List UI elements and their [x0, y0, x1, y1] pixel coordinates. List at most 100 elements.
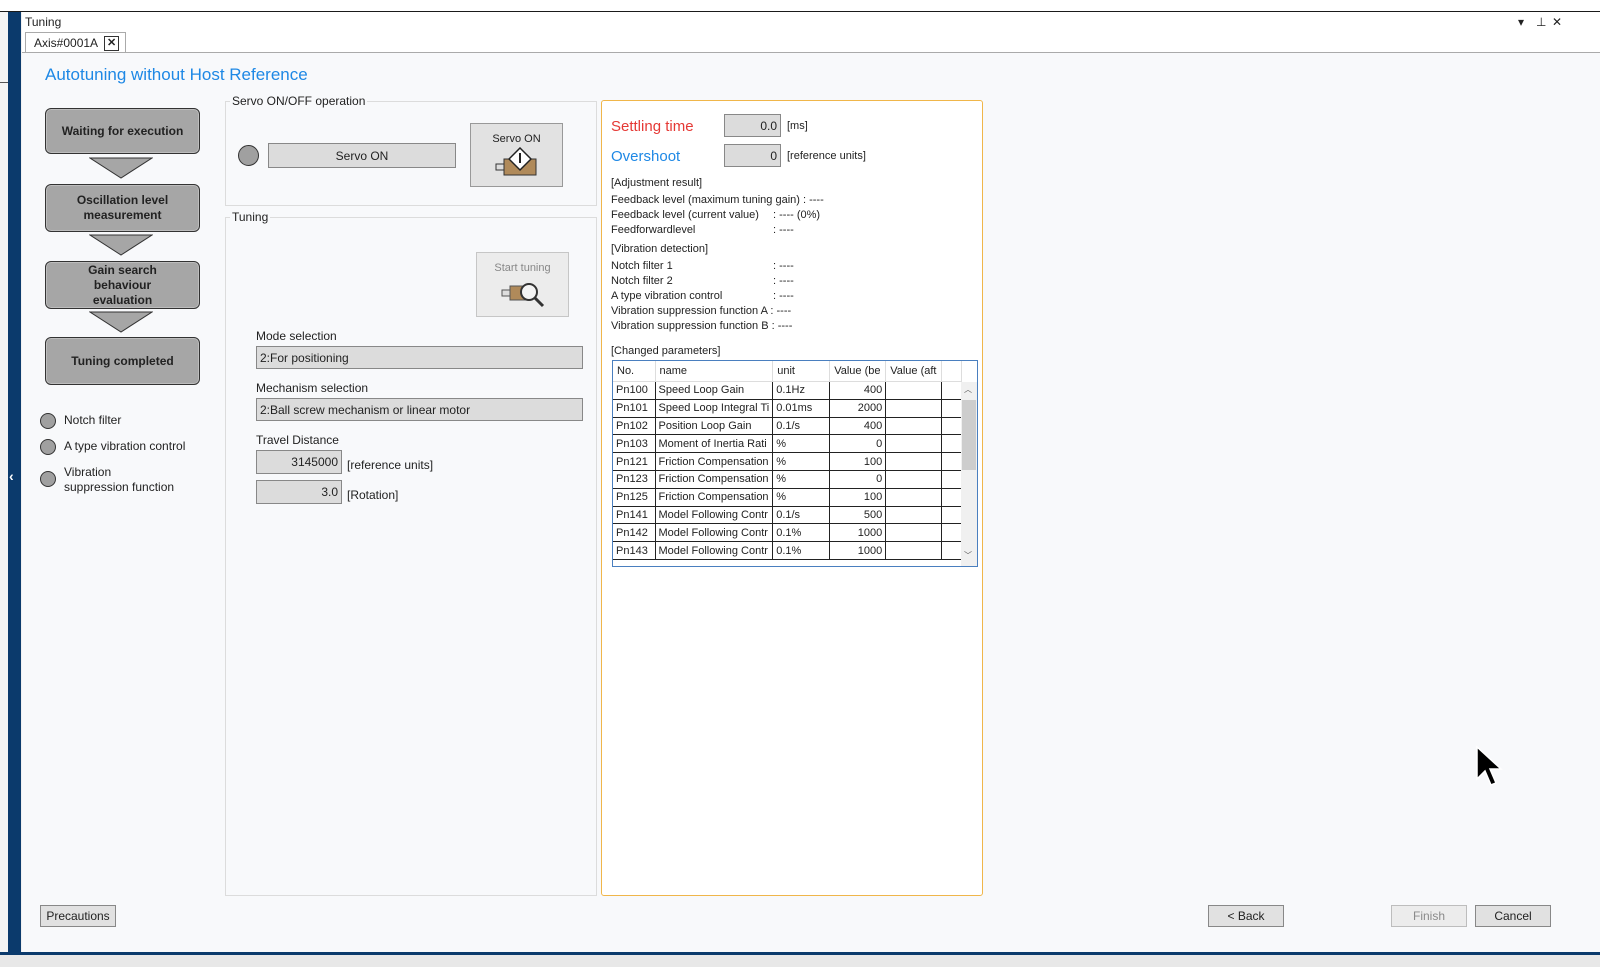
step-gain-search: Gain search behaviour evaluation: [45, 261, 200, 309]
adjustment-header: [Adjustment result]: [611, 177, 703, 189]
servo-status-field: Servo ON: [268, 143, 456, 168]
cell-after: [885, 417, 943, 436]
step-label: Waiting for execution: [61, 123, 184, 138]
cell-name: Moment of Inertia Rati: [655, 434, 774, 454]
tuning-group-label: Tuning: [232, 210, 269, 224]
cell-after: [885, 381, 943, 400]
table-row[interactable]: Pn142 Model Following Contr 0.1% 1000: [613, 523, 963, 543]
cell-filler: [941, 470, 963, 489]
overshoot-field: 0: [724, 144, 781, 167]
cell-name: Position Loop Gain: [655, 417, 774, 436]
scroll-down-icon[interactable]: ﹀: [964, 550, 972, 561]
table-row[interactable]: Pn123 Friction Compensation% 0: [613, 470, 963, 489]
servo-status-lamp: [238, 145, 259, 166]
table-scrollbar[interactable]: ︿ ﹀: [961, 382, 977, 566]
start-tuning-button[interactable]: Start tuning: [476, 252, 569, 317]
step-label: Oscillation level measurement: [76, 193, 169, 222]
mechanism-selection-field: 2:Ball screw mechanism or linear motor: [256, 398, 583, 421]
cell-unit: 0.1/s: [772, 506, 831, 525]
column-header[interactable]: unit: [772, 361, 831, 382]
cell-name: Model Following Contr: [655, 523, 774, 543]
side-rail[interactable]: ‹: [8, 12, 21, 952]
column-header[interactable]: name: [655, 361, 774, 382]
cell-name: Model Following Contr: [655, 541, 774, 560]
cell-no: Pn123: [613, 470, 656, 489]
back-button[interactable]: < Back: [1208, 905, 1284, 927]
cell-unit: %: [772, 470, 831, 489]
result-value: : ---- (0%): [773, 209, 821, 221]
cell-unit: 0.1%: [772, 523, 831, 543]
cell-before: 100: [829, 488, 887, 507]
cell-unit: %: [772, 452, 831, 471]
rotation-unit: [Rotation]: [347, 488, 399, 502]
collapse-arrow-icon[interactable]: ‹: [9, 468, 14, 484]
changed-params-table[interactable]: No. name unit Value (be Value (aft Pn100 Spee…: [612, 360, 978, 567]
cell-name: Friction Compensation: [655, 452, 774, 471]
indicator-label: A type vibration control: [64, 439, 186, 453]
tuning-window: Tuning ▾ ⊥ ✕ Axis#0001A ✕ Autotuning wit…: [22, 12, 1600, 952]
cell-unit: 0.1Hz: [772, 381, 831, 400]
cell-filler: [941, 399, 963, 418]
step-waiting: Waiting for execution: [45, 108, 200, 154]
vibration-header: [Vibration detection]: [611, 243, 709, 255]
tab-axis[interactable]: Axis#0001A ✕: [25, 32, 127, 53]
cell-filler: [941, 417, 963, 436]
result-label: Feedback level (current value): [611, 209, 759, 221]
column-header[interactable]: Value (aft: [885, 361, 943, 382]
cell-after: [885, 506, 943, 525]
table-row[interactable]: Pn125 Friction Compensation% 100: [613, 488, 963, 507]
mode-selection-label: Mode selection: [256, 329, 337, 343]
result-label: Feedforwardlevel: [611, 224, 696, 236]
cell-no: Pn141: [613, 506, 656, 525]
servo-on-label: Servo ON: [492, 133, 541, 145]
scroll-thumb[interactable]: [962, 400, 976, 470]
table-row[interactable]: Pn121 Friction Compensation% 100: [613, 452, 963, 471]
column-header[interactable]: No.: [613, 361, 656, 382]
table-row[interactable]: Pn100 Speed Loop Gain 0.1Hz 400: [613, 381, 963, 400]
indicator-notch-filter: Notch filter: [40, 413, 194, 429]
cell-after: [885, 434, 943, 454]
result-label: Notch filter 2: [611, 275, 673, 287]
cell-after: [885, 399, 943, 418]
tab-close-icon[interactable]: ✕: [104, 35, 120, 51]
mechanism-selection-label: Mechanism selection: [256, 381, 369, 395]
window-menu-icon[interactable]: ▾: [1518, 15, 1524, 29]
travel-distance-unit: [reference units]: [347, 458, 434, 472]
mouse-cursor-icon: [1476, 745, 1503, 786]
cell-filler: [941, 452, 963, 471]
servo-on-button[interactable]: Servo ON: [470, 123, 563, 187]
cancel-button[interactable]: Cancel: [1475, 905, 1551, 927]
cell-name: Model Following Contr: [655, 506, 774, 525]
cell-after: [885, 470, 943, 489]
cell-no: Pn125: [613, 488, 656, 507]
scroll-up-icon[interactable]: ︿: [964, 384, 972, 395]
window-title: Tuning: [25, 15, 62, 29]
table-row[interactable]: Pn141 Model Following Contr 0.1/s 500: [613, 506, 963, 525]
travel-distance-label: Travel Distance: [256, 433, 339, 447]
cell-after: [885, 523, 943, 543]
step-completed: Tuning completed: [45, 337, 200, 385]
precautions-button[interactable]: Precautions: [40, 905, 116, 927]
table-row[interactable]: Pn101 Speed Loop Integral Ti 0.01ms 2000: [613, 399, 963, 418]
indicator-label: Vibration suppression function: [64, 465, 175, 494]
column-header[interactable]: Value (be: [829, 361, 887, 382]
cell-no: Pn143: [613, 541, 656, 560]
magnifier-motor-icon: [501, 283, 544, 308]
finish-button[interactable]: Finish: [1391, 905, 1467, 927]
result-value: : ----: [773, 260, 794, 272]
window-close-icon[interactable]: ✕: [1552, 15, 1562, 29]
cell-unit: 0.1/s: [772, 417, 831, 436]
pin-icon[interactable]: ⊥: [1536, 15, 1546, 29]
cell-name: Friction Compensation: [655, 470, 774, 489]
table-row[interactable]: Pn143 Model Following Contr 0.1% 1000: [613, 541, 963, 560]
tab-label: Axis#0001A: [34, 36, 99, 50]
table-row[interactable]: Pn102 Position Loop Gain 0.1/s 400: [613, 417, 963, 436]
bottom-strip: [0, 955, 1600, 967]
servo-motor-icon: [495, 147, 536, 176]
table-row[interactable]: Pn103 Moment of Inertia Rati% 0: [613, 434, 963, 454]
result-label: Feedback level (maximum tuning gain) : -…: [611, 194, 824, 206]
step-label: Tuning completed: [71, 353, 174, 368]
cell-before: 1000: [829, 541, 887, 560]
result-label: Vibration suppression function B : ----: [611, 320, 793, 332]
cell-before: 400: [829, 381, 887, 400]
